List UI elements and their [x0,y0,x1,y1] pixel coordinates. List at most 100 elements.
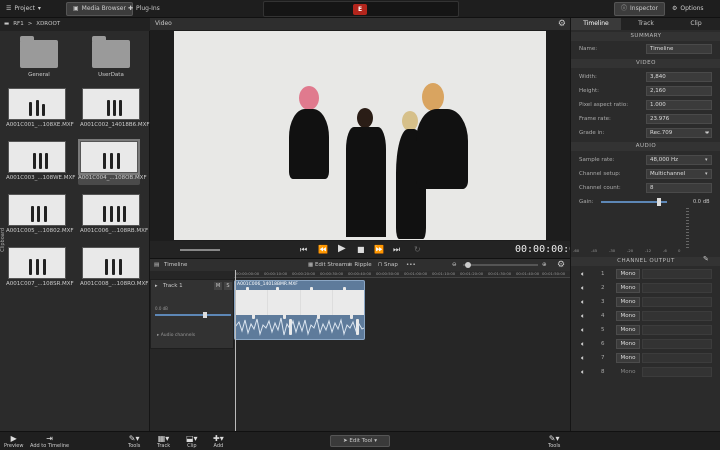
preview-icon: ▶ [10,434,17,443]
clip-thumbnail[interactable]: A001C006_...108RB.MXF [80,194,148,234]
channel-mode-select[interactable]: Mono [616,367,640,377]
breadcrumb: ▬ RF1 > XDROOT [0,18,150,31]
track-icon: ▦▾ [157,434,170,443]
timeline-clip[interactable]: A001C006_14018BMR.MXF [234,280,365,340]
gain-slider[interactable] [601,198,667,206]
channel-mode-select[interactable]: Mono [616,283,640,293]
sample-rate-select[interactable]: 48,000 Hz [646,155,712,165]
channel-mode-select[interactable]: Mono [616,325,640,335]
track-header[interactable]: ▸ Track 1 M S 0.0 dB ▸ Audio channels [150,279,234,349]
crumb-root[interactable]: RF1 [13,18,23,31]
pixel-aspect-field[interactable]: 1.000 [646,100,712,110]
zoom-slider-handle[interactable] [465,262,471,268]
tab-track[interactable]: Track [621,18,671,30]
channel-count-field[interactable]: 8 [646,183,712,193]
folder-general[interactable]: General [8,36,70,78]
preview-button[interactable]: ▶ Preview [4,434,23,449]
tab-clip[interactable]: Clip [671,18,720,30]
channel-row: 🔈︎ 7 Mono [571,351,720,365]
video-frame[interactable] [174,31,546,240]
zoom-out-icon[interactable]: ⊖ [452,259,457,271]
app-logo: E [263,1,459,17]
channel-meter [642,297,712,307]
channel-mode-select[interactable]: Mono [616,339,640,349]
speaker-icon[interactable]: 🔈︎ [581,281,585,295]
folder-icon: ▬ [4,21,10,27]
zoom-in-icon[interactable]: ⊕ [542,259,547,271]
tools-left-button[interactable]: ✎▾ Tools [128,434,140,449]
track-volume-handle[interactable] [203,312,207,318]
wrench-icon[interactable]: ✎ [703,255,709,263]
more-icon[interactable]: ••• [406,259,416,271]
clip-thumbnail[interactable]: A001C001_...108XE.MXF [6,88,74,128]
channel-mode-select[interactable]: Mono [616,297,640,307]
speaker-icon[interactable]: 🔈︎ [581,323,585,337]
channel-mode-select[interactable]: Mono [616,311,640,321]
plugins-button[interactable]: ✚ Plug-Ins [128,2,160,16]
track-menu-button[interactable]: ▦▾ Track [157,434,170,449]
inspector-button[interactable]: ⓘ Inspector [614,2,666,16]
audio-channels-toggle[interactable]: ▸ Audio channels [157,333,195,338]
zoom-slider[interactable] [463,262,538,268]
jog-slider[interactable] [180,249,220,251]
speaker-icon[interactable]: 🔈︎ [581,365,585,379]
track-volume-slider[interactable] [155,312,231,318]
add-menu-button[interactable]: ✚▾ Add [213,434,224,449]
solo-button[interactable]: S [224,282,232,290]
playhead[interactable] [235,270,236,432]
add-to-timeline-button[interactable]: ⇥ Add to Timeline [30,434,69,449]
gear-icon[interactable]: ⚙ [557,259,565,271]
speaker-icon[interactable]: 🔈︎ [581,337,585,351]
go-to-start-icon[interactable]: ⏮ [300,245,307,255]
clip-thumbnail[interactable]: A001C002_14018B6.MXF [80,88,150,128]
tools-right-button[interactable]: ✎▾ Tools [548,434,560,449]
step-forward-icon[interactable]: ⏩ [374,245,384,254]
info-icon: ⓘ [621,5,628,12]
timeline-ruler[interactable]: 00:00:00:00 00:00:10:00 00:00:20:00 00:0… [234,271,570,278]
name-field[interactable]: Timeline [646,44,712,54]
grade-in-select[interactable]: Rec.709 [646,128,712,138]
tab-timeline[interactable]: Timeline [571,18,621,30]
folder-userdata[interactable]: UserData [80,36,142,78]
speaker-icon[interactable]: 🔈︎ [581,351,585,365]
speaker-icon[interactable]: 🔈︎ [581,295,585,309]
clip-thumbnail[interactable]: A001C007_...108SR.MXF [6,247,74,287]
loop-icon[interactable]: ↻ [414,245,421,254]
media-browser-panel: ▬ RF1 > XDROOT General UserData A001C001… [0,18,150,431]
mute-button[interactable]: M [214,282,222,290]
channel-mode-select[interactable]: Mono [616,353,640,363]
clip-thumbnail[interactable]: A001C008_...108RO.MXF [80,247,148,287]
clipboard-tab[interactable]: Clipboard [0,228,8,252]
edit-tool-select[interactable]: ➤ Edit Tool ▾ [330,435,390,447]
width-field[interactable]: 3,840 [646,72,712,82]
clip-thumbnail[interactable]: A001C005_...10802.MXF [6,194,74,234]
ripple-icon: ≋ [348,262,353,268]
speaker-icon[interactable]: 🔈︎ [581,267,585,281]
clip-menu-button[interactable]: ⬓▾ Clip [186,434,198,449]
gear-icon[interactable]: ⚙ [558,18,566,30]
channel-mode-select[interactable]: Mono [616,269,640,279]
ripple-button[interactable]: ≋ Ripple [348,259,372,271]
channel-setup-select[interactable]: Multichannel [646,169,712,179]
options-button[interactable]: ⚙ Options [672,2,704,16]
go-to-end-icon[interactable]: ⏭ [393,245,400,255]
height-field[interactable]: 2,160 [646,86,712,96]
play-icon[interactable]: ▶ [338,243,346,254]
speaker-icon[interactable]: 🔈︎ [581,309,585,323]
clip-thumbnail-selected[interactable]: A001C004_...108OB.MXF [78,139,147,185]
crumb-folder[interactable]: XDROOT [36,18,60,31]
snap-button[interactable]: ⊓ Snap [378,259,398,271]
chevron-down-icon: ▾ [374,438,377,444]
edit-streams-button[interactable]: ▦ Edit Streams [308,259,350,271]
chevron-down-icon: ▾ [705,157,708,163]
project-menu[interactable]: ☰ Project ▾ [6,2,41,16]
stop-icon[interactable]: ■ [357,245,365,254]
clip-thumbnail[interactable]: A001C003_...108WE.MXF [6,141,75,181]
frame-rate-field[interactable]: 23.976 [646,114,712,124]
step-back-icon[interactable]: ⏪ [318,245,328,254]
gain-slider-handle[interactable] [657,198,661,206]
clip-preview [82,194,140,226]
channel-meter [642,283,712,293]
media-browser-button[interactable]: ▣ Media Browser [66,2,133,16]
width-row: Width: 3,840 [571,71,720,83]
